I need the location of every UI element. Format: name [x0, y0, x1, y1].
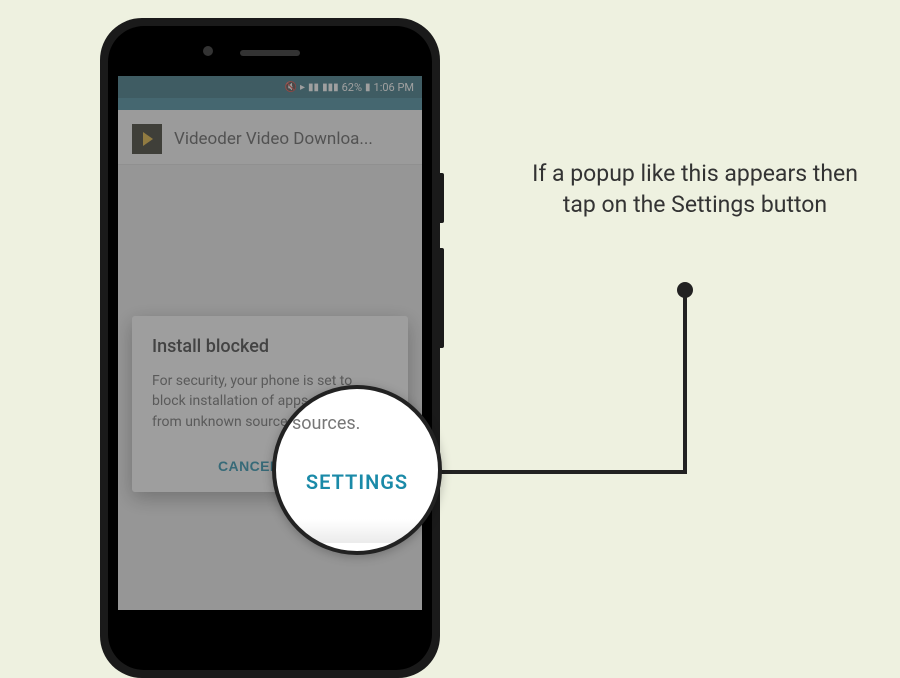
- battery-icon: ▮: [365, 82, 371, 93]
- action-bar: [118, 98, 422, 110]
- mute-icon: 🔇: [285, 82, 297, 93]
- wifi-icon: ▸: [300, 82, 305, 93]
- connector-horizontal: [440, 470, 687, 474]
- magnifier-inner-shadow: [286, 519, 428, 543]
- status-time: 1:06 PM: [374, 81, 414, 94]
- signal-icon-2: ▮▮▮: [322, 82, 339, 93]
- magnifier-callout: sources. SETTINGS: [272, 385, 442, 555]
- status-bar: 🔇 ▸ ▮▮ ▮▮▮ 62% ▮ 1:06 PM: [118, 76, 422, 98]
- dialog-title: Install blocked: [152, 336, 388, 357]
- phone-speaker: [240, 50, 300, 56]
- phone-frame: 🔇 ▸ ▮▮ ▮▮▮ 62% ▮ 1:06 PM Videoder Video …: [100, 18, 440, 678]
- installer-header: Videoder Video Downloa...: [118, 110, 422, 165]
- connector-dot: [677, 282, 693, 298]
- phone-camera: [203, 46, 213, 56]
- status-icons: 🔇 ▸ ▮▮ ▮▮▮ 62% ▮ 1:06 PM: [285, 81, 414, 94]
- app-title: Videoder Video Downloa...: [174, 129, 373, 149]
- signal-icon: ▮▮: [308, 82, 319, 93]
- phone-bezel: 🔇 ▸ ▮▮ ▮▮▮ 62% ▮ 1:06 PM Videoder Video …: [108, 26, 432, 670]
- volume-button: [438, 248, 444, 348]
- magnifier-partial-text: sources.: [292, 413, 360, 434]
- power-button: [438, 173, 444, 223]
- app-icon: [132, 124, 162, 154]
- battery-percent: 62%: [342, 81, 362, 94]
- connector-vertical: [683, 294, 687, 474]
- magnifier-settings-button[interactable]: SETTINGS: [306, 470, 408, 494]
- instruction-text: If a popup like this appears then tap on…: [530, 158, 860, 220]
